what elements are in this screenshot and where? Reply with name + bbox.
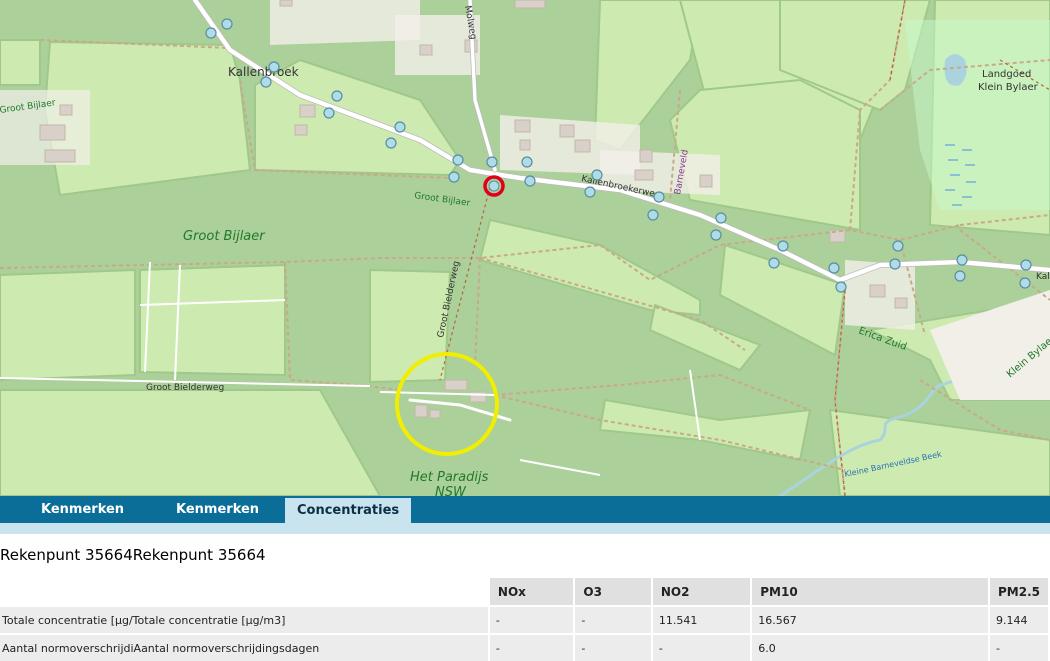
tab-kenmerken-1[interactable]: Kenmerken xyxy=(41,496,124,523)
table-row: Totale concentratie [µg/Totale concentra… xyxy=(0,605,1050,633)
marker xyxy=(331,90,343,102)
marker xyxy=(653,191,665,203)
tab-concentraties[interactable]: Concentraties xyxy=(285,498,412,523)
label-landgoed-2: Klein Bylaer xyxy=(978,82,1039,93)
marker xyxy=(260,76,272,88)
marker xyxy=(828,262,840,274)
cell-pm10: 16.567 xyxy=(752,605,990,633)
marker xyxy=(385,137,397,149)
marker xyxy=(452,154,464,166)
tab-strip xyxy=(0,523,1050,534)
marker xyxy=(768,257,780,269)
table-header-o3: O3 xyxy=(575,578,653,605)
concentration-table: NOx O3 NO2 PM10 PM2.5 Totale concentrati… xyxy=(0,578,1050,661)
marker xyxy=(524,175,536,187)
table-header-empty xyxy=(0,578,490,605)
table-header-no2: NO2 xyxy=(652,578,753,605)
marker xyxy=(591,169,603,181)
marker xyxy=(448,171,460,183)
table-header-row: NOx O3 NO2 PM10 PM2.5 xyxy=(0,578,1050,605)
row-label-totale-concentratie: Totale concentratie [µg/Totale concentra… xyxy=(0,605,490,633)
marker xyxy=(835,281,847,293)
cell-o3: - xyxy=(575,605,653,633)
label-groot-bijlaer-area: Groot Bijlaer xyxy=(183,229,266,244)
label-het-paradijs-1: Het Paradijs xyxy=(410,470,489,485)
marker xyxy=(394,121,406,133)
cell-nox: - xyxy=(489,605,576,633)
label-landgoed-1: Landgoed xyxy=(982,69,1031,80)
tab-bar: Kenmerken Kenmerken Concentraties xyxy=(0,496,1050,523)
table-header-nox: NOx xyxy=(489,578,576,605)
marker xyxy=(1019,277,1031,289)
marker xyxy=(205,27,217,39)
label-groot-bielderweg-h: Groot Bielderweg xyxy=(146,383,224,393)
table-header-pm25: PM2.5 xyxy=(990,578,1050,605)
marker xyxy=(954,270,966,282)
marker xyxy=(268,61,280,73)
tab-kenmerken-2[interactable]: Kenmerken xyxy=(176,496,259,523)
marker xyxy=(892,240,904,252)
marker xyxy=(486,156,498,168)
marker xyxy=(956,254,968,266)
marker xyxy=(889,258,901,270)
map[interactable]: Kallenbroek Groot Bijlaer Groot Bijlaer … xyxy=(0,0,1050,496)
table-header-pm10: PM10 xyxy=(752,578,990,605)
marker xyxy=(521,156,533,168)
label-het-paradijs-2: NSW xyxy=(435,485,467,496)
cell-no2: 11.541 xyxy=(652,605,753,633)
marker xyxy=(647,209,659,221)
marker xyxy=(715,212,727,224)
marker xyxy=(777,240,789,252)
label-kal: Kal xyxy=(1036,272,1050,282)
cell-pm25: 9.144 xyxy=(990,605,1050,633)
marker xyxy=(710,229,722,241)
marker xyxy=(221,18,233,30)
marker xyxy=(1020,259,1032,271)
marker xyxy=(323,107,335,119)
marker xyxy=(584,186,596,198)
label-kallenbroek: Kallenbroek xyxy=(228,65,299,79)
panel-title: Rekenpunt 35664Rekenpunt 35664 xyxy=(0,546,266,564)
